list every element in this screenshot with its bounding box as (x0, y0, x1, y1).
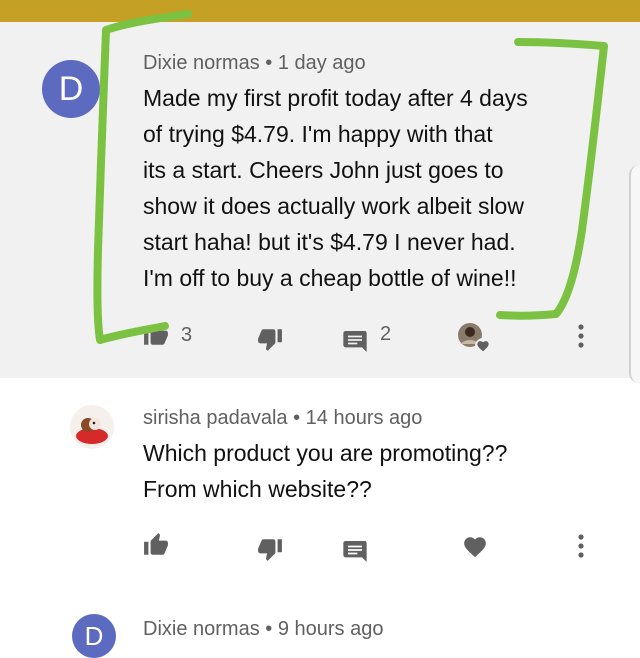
left-bracket (93, 10, 192, 344)
annotation-brackets (93, 10, 608, 344)
right-bracket (496, 38, 608, 320)
